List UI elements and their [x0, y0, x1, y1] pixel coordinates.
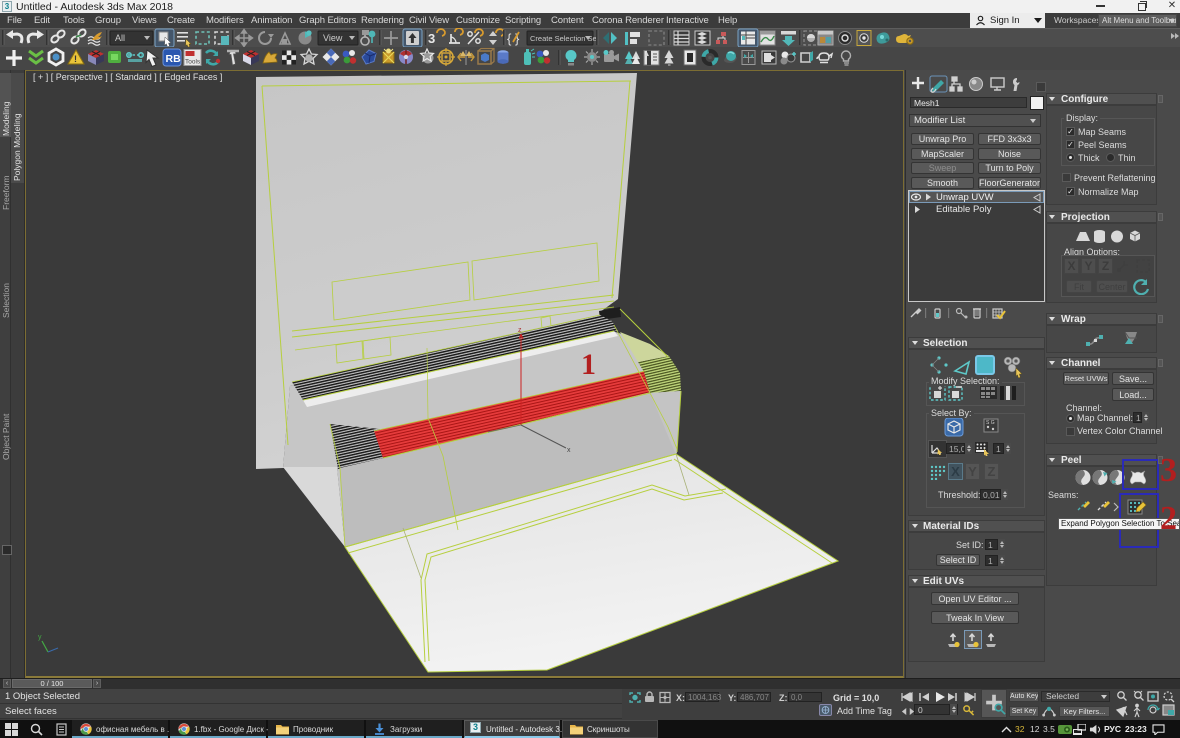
svg-text:[ + ] [ Perspective ] [ Standa: [ + ] [ Perspective ] [ Standard ] [ Edg…: [33, 72, 222, 82]
svg-text:y: y: [38, 634, 42, 641]
svg-text:RB: RB: [166, 53, 182, 65]
svg-text:Create Selection Se: Create Selection Se: [530, 34, 597, 43]
svg-text:1: 1: [581, 348, 596, 381]
svg-text:x: x: [567, 447, 571, 454]
svg-text:3: 3: [428, 31, 435, 46]
svg-text:S G: S G: [986, 420, 995, 426]
svg-text:Tools: Tools: [185, 59, 201, 66]
svg-text:!: !: [74, 54, 77, 64]
svg-text:View: View: [323, 33, 343, 43]
svg-text:All: All: [115, 33, 125, 43]
svg-text:z: z: [518, 327, 522, 334]
